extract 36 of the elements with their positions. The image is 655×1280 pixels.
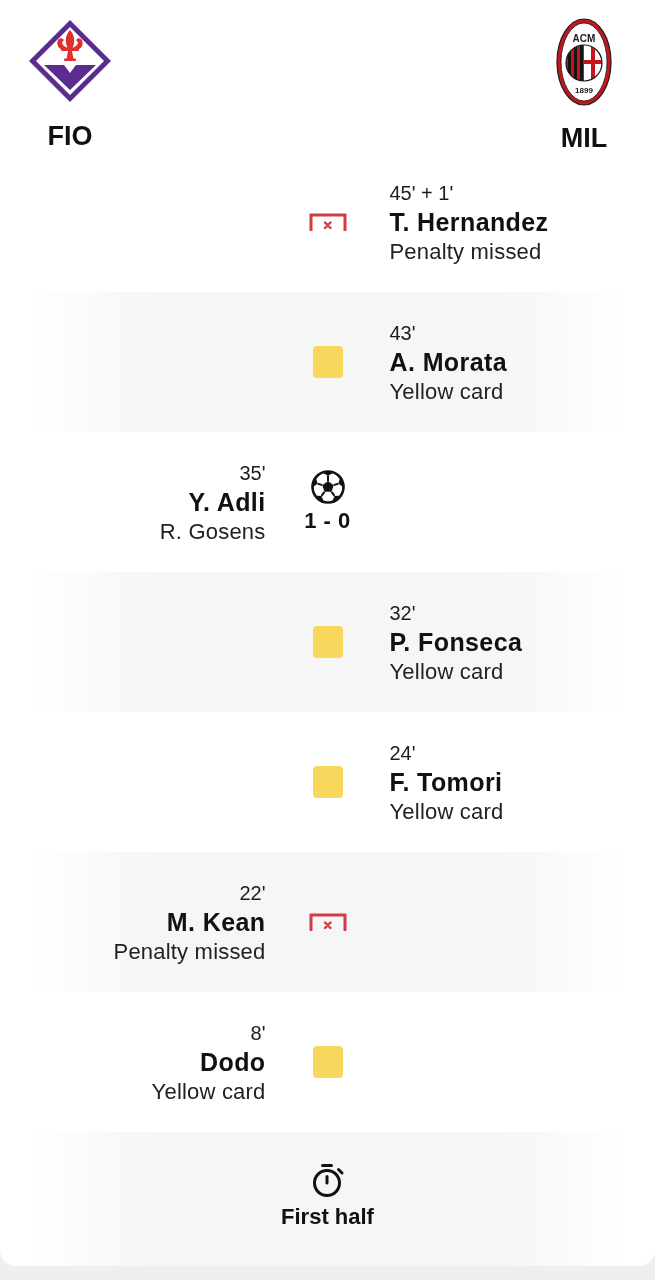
event-minute: 24' <box>389 740 416 766</box>
score-text: 1 - 0 <box>304 508 351 534</box>
crest-text: 1899 <box>575 86 593 95</box>
event-detail: Yellow card <box>389 797 504 826</box>
event-minute: 32' <box>389 600 416 626</box>
event-minute: 43' <box>389 320 416 346</box>
event-detail: Yellow card <box>389 657 504 686</box>
player-name: F. Tomori <box>389 766 503 798</box>
player-name: T. Hernandez <box>389 206 549 238</box>
event-minute: 45' + 1' <box>389 180 454 206</box>
card-icon <box>312 346 343 378</box>
team-code: MIL <box>560 122 608 154</box>
player-name: P. Fonseca <box>389 626 523 658</box>
fleur-de-lis-crest-icon <box>28 19 112 103</box>
crest-text: ACM <box>572 33 596 44</box>
player-name: A. Morata <box>389 346 507 378</box>
stopwatch-icon <box>310 1161 345 1198</box>
assist-name: R. Gosens <box>159 517 266 546</box>
goal-with-cross-icon <box>308 213 347 231</box>
event-detail: Yellow card <box>151 1077 266 1106</box>
event-detail: Penalty missed <box>389 237 542 266</box>
goal-with-cross-icon <box>308 913 347 931</box>
event-minute: 22' <box>239 880 266 906</box>
player-name: Dodo <box>200 1046 266 1078</box>
event-detail: Penalty missed <box>113 937 266 966</box>
player-name: M. Kean <box>166 906 266 938</box>
card-icon <box>312 1046 343 1078</box>
event-minute: 35' <box>239 460 266 486</box>
card-icon <box>312 766 343 798</box>
team-code: FIO <box>47 120 93 152</box>
card-icon <box>312 626 343 658</box>
event-detail: Yellow card <box>389 377 504 406</box>
event-minute: 8' <box>250 1020 266 1046</box>
soccer-ball-icon <box>310 470 345 504</box>
player-name: Y. Adli <box>188 486 266 518</box>
period-label: First half <box>281 1202 374 1231</box>
